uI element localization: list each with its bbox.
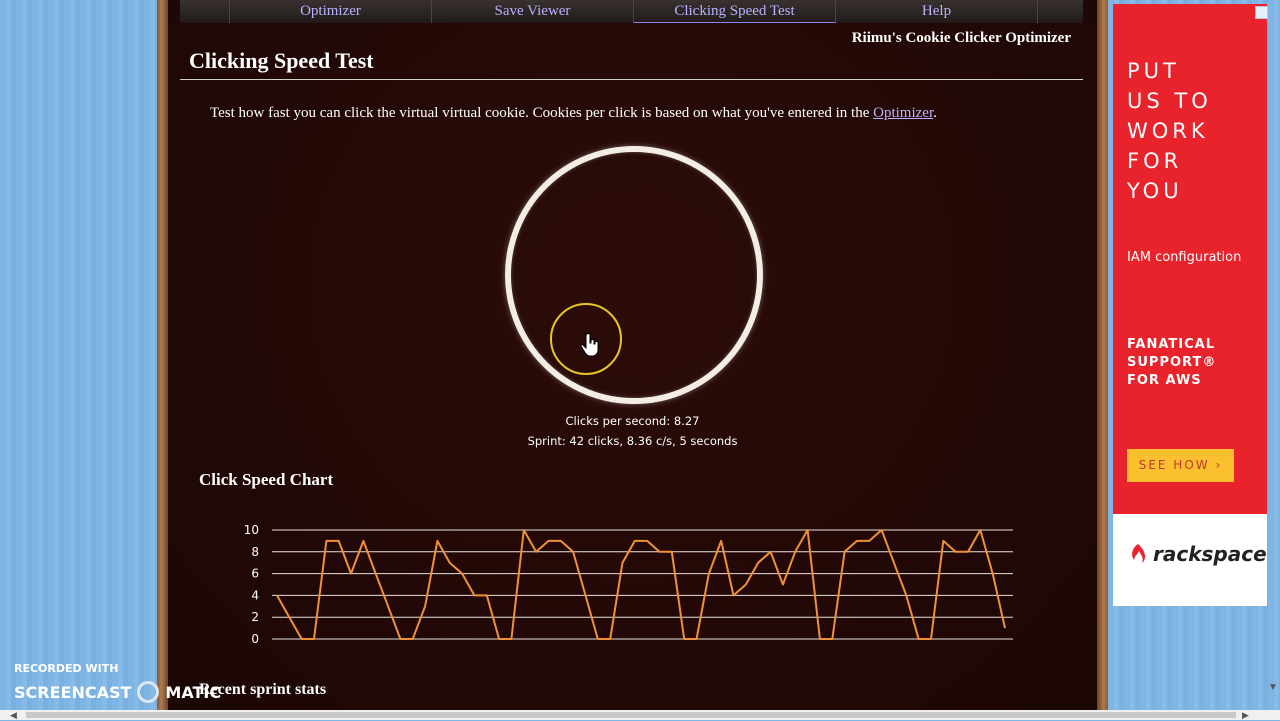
y-tick-label: 4 <box>251 588 259 602</box>
ad-support-line: SUPPORT® <box>1127 355 1217 370</box>
y-tick-label: 0 <box>251 632 259 646</box>
nav-spacer-end <box>1038 0 1083 23</box>
clicks-per-second: Clicks per second: 8.27 <box>565 414 700 428</box>
ad-support-line: FANATICAL <box>1127 337 1215 352</box>
intro-text: Test how fast you can click the virtual … <box>210 105 874 121</box>
nav-clicking-speed-test[interactable]: Clicking Speed Test <box>634 0 836 23</box>
top-navbar: Optimizer Save Viewer Clicking Speed Tes… <box>180 0 1083 23</box>
chevron-right-icon: › <box>1215 458 1223 472</box>
horizontal-scrollbar[interactable]: ◀ ▶ <box>0 710 1280 720</box>
screencast-watermark: RECORDED WITH SCREENCAST MATIC <box>14 662 221 703</box>
ad-headline-line: US TO <box>1127 89 1212 113</box>
wood-frame-left <box>157 0 168 710</box>
rackspace-logo: rackspace <box>1127 542 1267 566</box>
title-divider <box>180 79 1083 80</box>
optimizer-link[interactable]: Optimizer <box>873 105 933 121</box>
see-how-button[interactable]: SEE HOW › <box>1127 449 1234 482</box>
scroll-right-arrow-icon[interactable]: ▶ <box>1242 710 1249 721</box>
chart-title: Click Speed Chart <box>199 470 334 489</box>
intro-paragraph: Test how fast you can click the virtual … <box>210 105 937 122</box>
watermark-recorded-with: RECORDED WITH <box>14 662 119 675</box>
nav-optimizer[interactable]: Optimizer <box>230 0 432 23</box>
y-tick-label: 2 <box>251 610 259 624</box>
site-title: Riimu's Cookie Clicker Optimizer <box>851 30 1071 46</box>
ad-support-text: FANATICAL SUPPORT® FOR AWS <box>1127 336 1216 390</box>
ad-subline: IAM configuration <box>1127 250 1242 265</box>
ad-choices-icon[interactable] <box>1255 6 1268 19</box>
nav-spacer <box>180 0 230 23</box>
scroll-down-arrow-icon[interactable]: ▼ <box>1268 682 1278 693</box>
scroll-left-arrow-icon[interactable]: ◀ <box>10 710 17 721</box>
intro-end: . <box>933 105 937 121</box>
sprint-stats: Sprint: 42 clicks, 8.36 c/s, 5 seconds <box>527 434 738 448</box>
main-content: Optimizer Save Viewer Clicking Speed Tes… <box>168 0 1097 710</box>
rackspace-flame-icon <box>1132 544 1146 563</box>
screencast-logo-icon <box>137 681 160 703</box>
ad-support-line: FOR AWS <box>1127 373 1202 388</box>
ad-headline-line: FOR <box>1127 149 1183 173</box>
watermark-screencast: SCREENCAST <box>14 682 132 702</box>
ad-headline: PUT US TO WORK FOR YOU <box>1127 56 1212 206</box>
scrollbar-thumb[interactable] <box>26 712 1236 718</box>
ad-headline-line: YOU <box>1127 179 1183 203</box>
click-speed-chart: 0 2 4 6 8 10 <box>244 523 1013 646</box>
ad-headline-line: PUT <box>1127 59 1180 83</box>
watermark-brand: SCREENCAST MATIC <box>14 681 221 703</box>
nav-help[interactable]: Help <box>836 0 1038 23</box>
advertisement[interactable]: PUT US TO WORK FOR YOU IAM configuration… <box>1113 4 1267 606</box>
y-tick-label: 10 <box>244 523 259 537</box>
y-tick-label: 6 <box>251 567 259 581</box>
page-background-left <box>0 0 157 710</box>
virtual-cookie-button[interactable] <box>505 146 763 404</box>
see-how-label: SEE HOW <box>1138 458 1210 472</box>
wood-frame-right <box>1097 0 1108 710</box>
click-speed-series-line <box>276 529 1006 640</box>
y-tick-label: 8 <box>251 545 259 559</box>
hand-pointer-icon <box>580 333 599 357</box>
nav-save-viewer[interactable]: Save Viewer <box>432 0 634 23</box>
watermark-matic: MATIC <box>165 682 222 702</box>
rackspace-wordmark: rackspace <box>1153 542 1267 566</box>
page-title: Clicking Speed Test <box>189 48 374 73</box>
ad-headline-line: WORK <box>1127 119 1209 143</box>
